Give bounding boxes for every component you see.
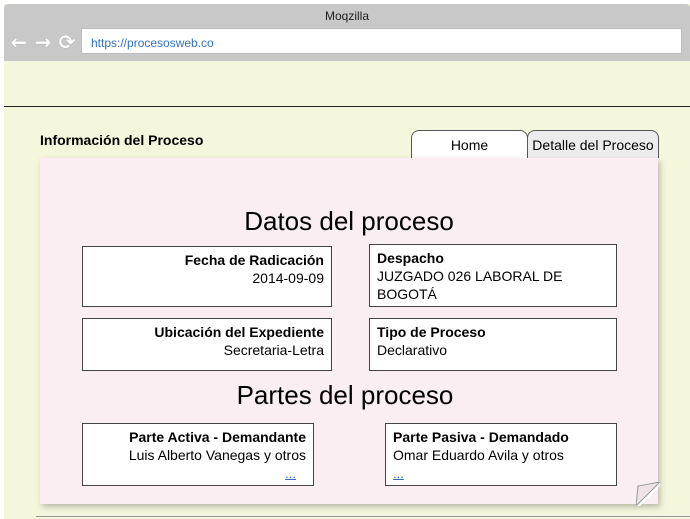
tab-detalle-proceso[interactable]: Detalle del Proceso	[527, 130, 659, 158]
ubicacion-expediente-label: Ubicación del Expediente	[154, 324, 324, 340]
parte-activa-box: Parte Activa - Demandante Luis Alberto V…	[82, 423, 314, 486]
partes-heading: Partes del proceso	[236, 380, 454, 410]
browser-window: Moqzilla ← → ⟳ https://procesosweb.co In…	[4, 4, 690, 519]
parte-pasiva-box: Parte Pasiva - Demandado Omar Eduardo Av…	[385, 423, 617, 486]
fecha-radicacion-value: 2014-09-09	[252, 270, 324, 286]
fecha-radicacion-label: Fecha de Radicación	[184, 252, 324, 268]
tipo-proceso-value: Declarativo	[377, 342, 448, 358]
parte-activa-more-link[interactable]: ...	[285, 466, 296, 481]
ubicacion-expediente-value: Secretaria-Letra	[223, 342, 324, 358]
despacho-label: Despacho	[377, 250, 444, 266]
reload-icon[interactable]: ⟳	[57, 32, 77, 52]
despacho-box: Despacho JUZGADO 026 LABORAL DE BOGOTÁ	[369, 244, 617, 307]
fecha-radicacion-box: Fecha de Radicación 2014-09-09	[82, 246, 332, 307]
process-detail-card: Datos del proceso Fecha de Radicación 20…	[40, 158, 660, 506]
despacho-value: JUZGADO 026 LABORAL DE BOGOTÁ	[377, 268, 563, 302]
header-divider	[4, 106, 690, 107]
tab-home[interactable]: Home	[411, 130, 528, 158]
url-text: https://procesosweb.co	[91, 36, 214, 50]
tipo-proceso-label: Tipo de Proceso	[377, 324, 486, 340]
title-bar: Moqzilla ← → ⟳ https://procesosweb.co	[4, 4, 690, 61]
back-arrow-icon[interactable]: ←	[9, 32, 29, 52]
forward-arrow-icon[interactable]: →	[33, 32, 53, 52]
parte-pasiva-more-link[interactable]: ...	[393, 466, 404, 481]
page-fold-corner	[636, 482, 660, 506]
page-title: Información del Proceso	[40, 132, 204, 148]
parte-activa-label: Parte Activa - Demandante	[129, 429, 306, 445]
ubicacion-expediente-box: Ubicación del Expediente Secretaria-Letr…	[82, 318, 332, 371]
tipo-proceso-box: Tipo de Proceso Declarativo	[369, 318, 617, 371]
bottom-divider	[36, 516, 690, 517]
parte-pasiva-value: Omar Eduardo Avila y otros	[393, 447, 564, 463]
address-bar[interactable]: https://procesosweb.co	[81, 28, 682, 54]
parte-activa-value: Luis Alberto Vanegas y otros	[128, 447, 306, 463]
datos-heading: Datos del proceso	[244, 206, 454, 236]
parte-pasiva-label: Parte Pasiva - Demandado	[393, 429, 569, 445]
window-title: Moqzilla	[324, 9, 369, 23]
